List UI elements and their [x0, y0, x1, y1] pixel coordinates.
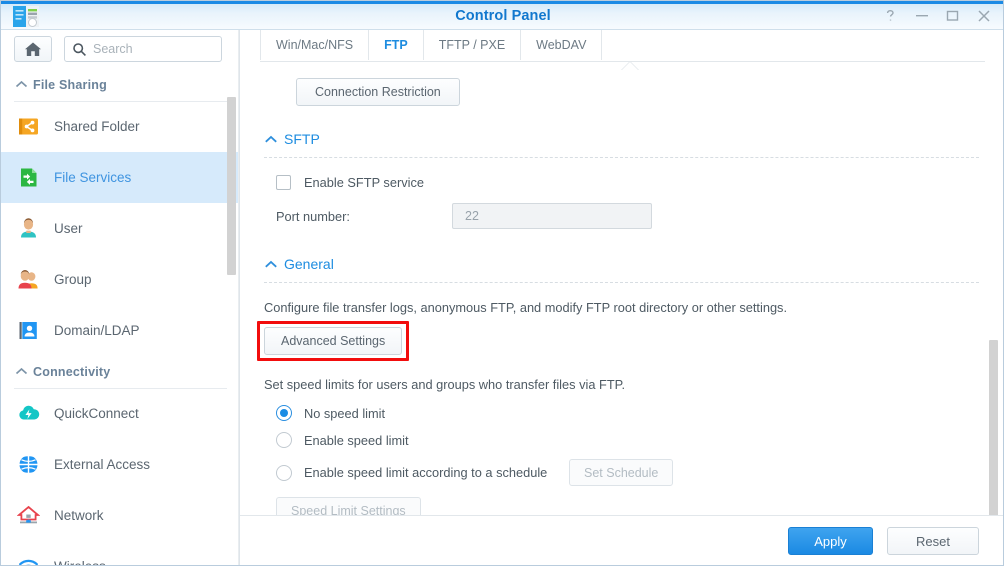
section-title: SFTP: [284, 131, 320, 147]
chevron-up-icon: [264, 135, 284, 144]
speed-limit-description: Set speed limits for users and groups wh…: [264, 377, 979, 392]
search-box[interactable]: [64, 36, 222, 62]
sidebar-item-external-access[interactable]: External Access: [1, 439, 240, 490]
sidebar-group-label: File Sharing: [33, 78, 107, 92]
sidebar-item-label: Group: [54, 272, 92, 287]
sidebar-item-quickconnect[interactable]: QuickConnect: [1, 388, 240, 439]
radio-label: Enable speed limit: [304, 433, 409, 448]
sidebar-item-label: User: [54, 221, 83, 236]
section-header-general[interactable]: General: [264, 253, 979, 275]
sidebar-item-wireless[interactable]: Wireless: [1, 541, 240, 566]
radio-enable-speed-limit-schedule[interactable]: [276, 465, 292, 481]
sidebar-item-label: Domain/LDAP: [54, 323, 140, 338]
sidebar-item-group[interactable]: Group: [1, 254, 240, 305]
sidebar-item-network[interactable]: Network: [1, 490, 240, 541]
sidebar-scrollbar-thumb[interactable]: [227, 97, 236, 275]
sidebar-item-shared-folder[interactable]: Shared Folder: [1, 101, 240, 152]
domain-ldap-icon: [15, 317, 42, 344]
sidebar-item-label: Wireless: [54, 559, 106, 566]
title-bar: Control Panel: [1, 1, 1004, 30]
highlight-box: [257, 321, 409, 361]
sidebar-toolbar: [1, 30, 240, 69]
divider: [14, 388, 227, 389]
chevron-up-icon: [15, 363, 33, 381]
radio-no-speed-limit[interactable]: [276, 405, 292, 421]
window-controls: [875, 1, 999, 30]
divider: [264, 157, 979, 158]
apply-button[interactable]: Apply: [788, 527, 873, 555]
divider: [14, 101, 227, 102]
user-icon: [15, 215, 42, 242]
sidebar-item-file-services[interactable]: File Services: [1, 152, 240, 203]
search-icon: [72, 42, 87, 57]
tab-ftp[interactable]: FTP: [369, 30, 424, 60]
section-title: General: [284, 256, 334, 272]
external-access-icon: [15, 451, 42, 478]
file-services-icon: [15, 164, 42, 191]
tab-webdav[interactable]: WebDAV: [521, 30, 602, 60]
maximize-button[interactable]: [937, 1, 968, 30]
sidebar-divider: [238, 30, 239, 566]
quickconnect-icon: [15, 400, 42, 427]
port-number-input[interactable]: 22: [452, 203, 652, 229]
home-button[interactable]: [14, 36, 52, 62]
chevron-up-icon: [15, 76, 33, 94]
shared-folder-icon: [15, 113, 42, 140]
network-icon: [15, 502, 42, 529]
tab-bar: Win/Mac/NFS FTP TFTP / PXE WebDAV: [240, 30, 1004, 61]
general-description: Configure file transfer logs, anonymous …: [264, 300, 979, 315]
control-panel-window: Control Panel: [0, 0, 1004, 566]
section-header-sftp[interactable]: SFTP: [264, 128, 979, 150]
close-button[interactable]: [968, 1, 999, 30]
sidebar-item-label: QuickConnect: [54, 406, 139, 421]
port-number-label: Port number:: [276, 209, 452, 224]
sidebar-group-file-sharing[interactable]: File Sharing: [1, 69, 240, 101]
reset-button[interactable]: Reset: [887, 527, 979, 555]
set-schedule-button[interactable]: Set Schedule: [569, 459, 673, 486]
radio-label: Enable speed limit according to a schedu…: [304, 465, 569, 480]
sidebar-item-label: Network: [54, 508, 104, 523]
search-input[interactable]: [93, 37, 219, 61]
wireless-icon: [15, 553, 42, 566]
radio-enable-speed-limit[interactable]: [276, 432, 292, 448]
content-scrollbar-thumb[interactable]: [989, 340, 998, 515]
sidebar-item-user[interactable]: User: [1, 203, 240, 254]
main-panel: Win/Mac/NFS FTP TFTP / PXE WebDAV Connec…: [240, 30, 1003, 565]
sidebar-item-label: External Access: [54, 457, 150, 472]
sidebar-item-label: File Services: [54, 170, 131, 185]
chevron-up-icon: [264, 260, 284, 269]
sidebar-nav: File Sharing Shared Folder: [1, 69, 240, 566]
footer-bar: Apply Reset: [240, 515, 1003, 565]
divider: [264, 282, 979, 283]
sidebar: File Sharing Shared Folder: [1, 30, 240, 566]
help-button[interactable]: [875, 1, 906, 30]
settings-content: Connection Restriction SFTP Enable SFTP …: [240, 62, 1003, 515]
connection-restriction-button[interactable]: Connection Restriction: [296, 78, 460, 106]
window-title: Control Panel: [1, 1, 1004, 30]
sidebar-group-connectivity[interactable]: Connectivity: [1, 356, 240, 388]
sidebar-item-domain-ldap[interactable]: Domain/LDAP: [1, 305, 240, 356]
enable-sftp-label: Enable SFTP service: [304, 175, 424, 190]
minimize-button[interactable]: [906, 1, 937, 30]
speed-limit-settings-button[interactable]: Speed Limit Settings: [276, 497, 421, 515]
tab-win-mac-nfs[interactable]: Win/Mac/NFS: [260, 30, 369, 60]
enable-sftp-checkbox[interactable]: [276, 175, 291, 190]
sidebar-item-label: Shared Folder: [54, 119, 140, 134]
tab-tftp-pxe[interactable]: TFTP / PXE: [424, 30, 521, 60]
group-icon: [15, 266, 42, 293]
home-icon: [24, 41, 42, 58]
radio-label: No speed limit: [304, 406, 385, 421]
sidebar-group-label: Connectivity: [33, 365, 110, 379]
